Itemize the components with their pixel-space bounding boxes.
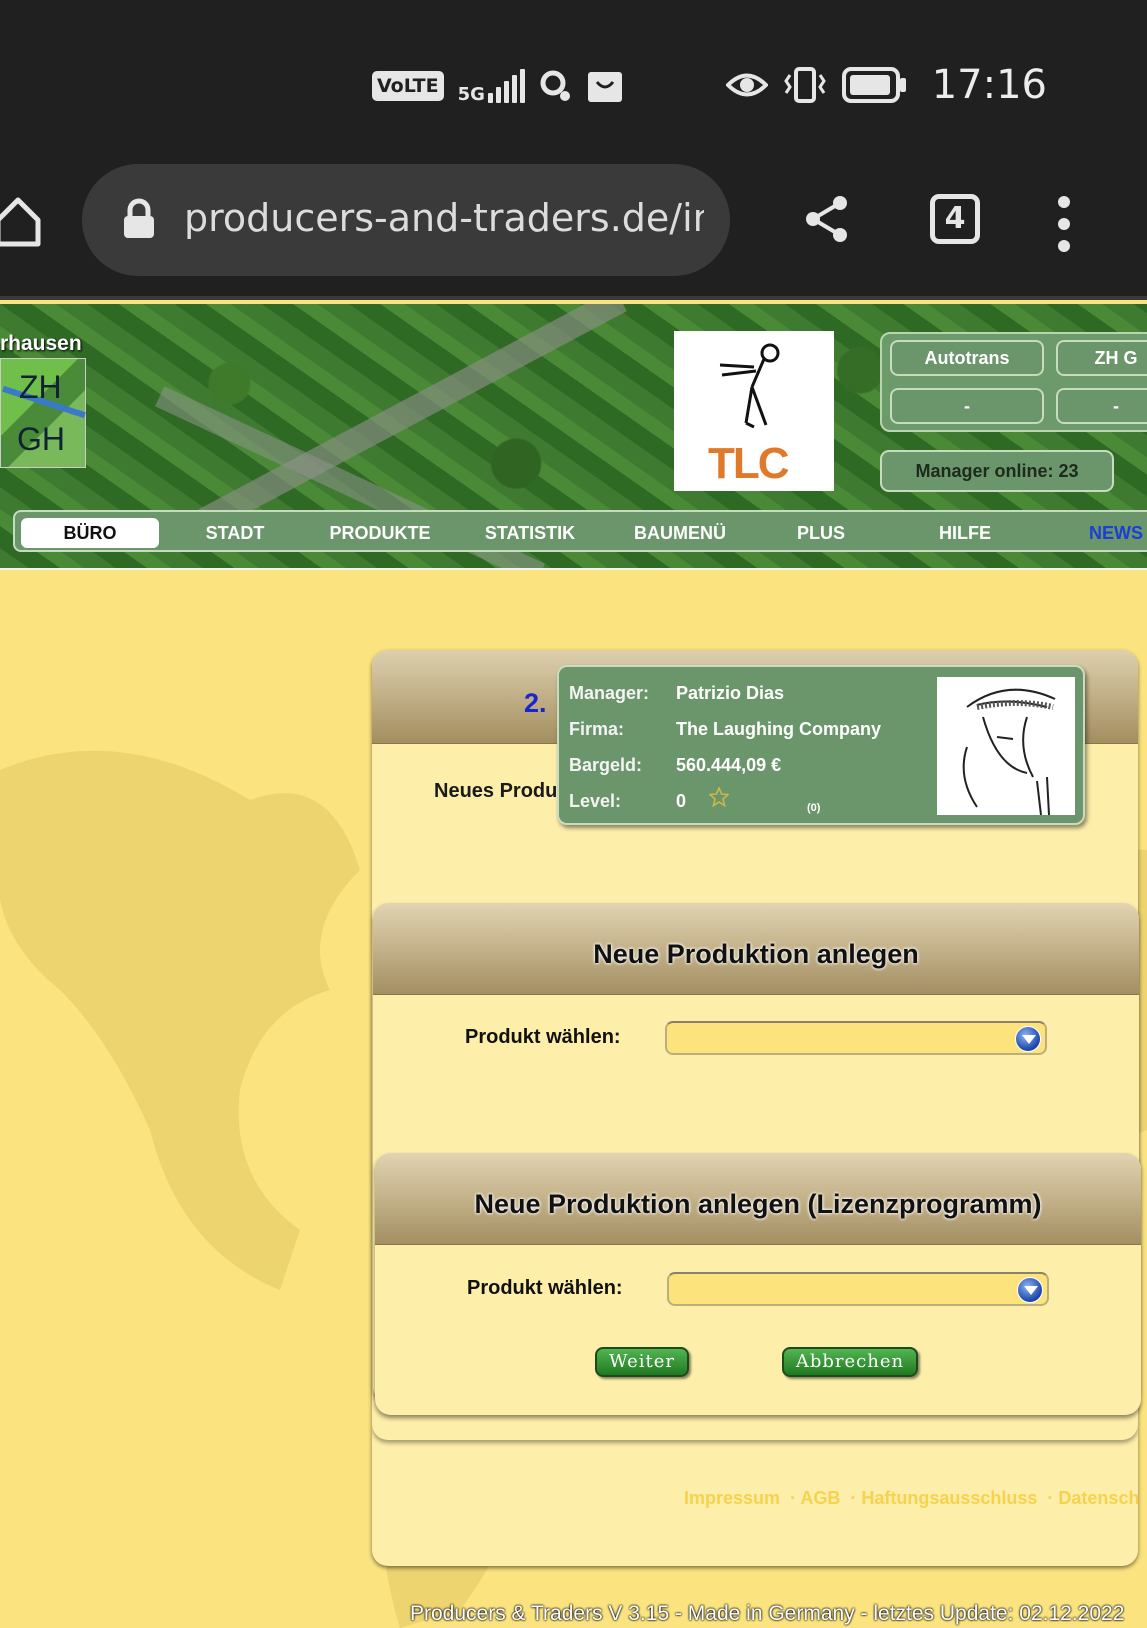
nav-tab-baumenue[interactable]: BAUMENÜ: [615, 518, 745, 548]
company-name[interactable]: ZH G: [1056, 340, 1147, 376]
volte-icon: VoLTE: [372, 71, 444, 101]
main-content: 2. Neues Produ Impressum · AGB · Haftungsa…: [0, 570, 1147, 1628]
home-icon[interactable]: [0, 196, 44, 248]
wizard-subtitle: Neues Produ: [434, 780, 558, 802]
company-logo: TLC: [674, 331, 834, 491]
star-icon: [709, 787, 729, 807]
level-value: 0: [676, 791, 687, 811]
nav-tab-statistik[interactable]: STATISTIK: [465, 518, 595, 548]
map-label: GH: [17, 421, 65, 457]
level-count: (0): [807, 802, 821, 814]
tabs-count-button[interactable]: 4: [930, 194, 980, 244]
company-shortcuts: Autotrans ZH G - -: [880, 332, 1147, 432]
footer-link-haftungsausschluss[interactable]: Haftungsausschluss: [861, 1488, 1037, 1508]
map-label: ZH: [19, 369, 62, 405]
battery-icon: [841, 67, 906, 103]
panel-title: Neue Produktion anlegen (Lizenzprogramm): [474, 1189, 1042, 1219]
browser-toolbar: producers-and-traders.de/index 4: [0, 160, 1147, 300]
manager-online-count: 23: [1058, 461, 1079, 481]
footer-links: Impressum · AGB · Haftungsausschluss · Date…: [684, 1488, 1138, 1509]
nav-tab-produkte[interactable]: PRODUKTE: [315, 518, 445, 548]
footer-link-agb[interactable]: AGB: [800, 1488, 840, 1508]
dropdown-arrow-icon[interactable]: [1017, 1277, 1043, 1303]
produkt-select[interactable]: [665, 1021, 1047, 1055]
logo-text: TLC: [708, 439, 790, 488]
status-bar: VoLTE 5G 17:16: [0, 0, 1147, 160]
company-value[interactable]: -: [1056, 388, 1147, 424]
city-name[interactable]: rhausen: [0, 332, 82, 356]
signal-icon: 5G: [458, 69, 525, 104]
dropdown-arrow-icon[interactable]: [1015, 1026, 1041, 1052]
main-nav: BÜRO STADT PRODUKTE STATISTIK BAUMENÜ PL…: [13, 510, 1147, 552]
manager-label: Manager:: [569, 683, 650, 703]
avatar-sketch-icon: [962, 688, 1056, 815]
panel-header: Neue Produktion anlegen (Lizenzprogramm): [375, 1153, 1141, 1245]
game-header: rhausen ZH GH TLC Autotrans ZH G - - Man…: [0, 304, 1147, 570]
firma-label: Firma:: [569, 719, 625, 739]
footer-link-impressum[interactable]: Impressum: [684, 1488, 780, 1508]
nav-tab-buero[interactable]: BÜRO: [21, 518, 159, 548]
manager-value: Patrizio Dias: [676, 683, 785, 703]
produkt-label: Produkt wählen:: [465, 1026, 621, 1048]
weiter-button[interactable]: Weiter: [595, 1347, 689, 1377]
footer-link-datenschutz[interactable]: Datenschutz: [1058, 1488, 1138, 1508]
abbrechen-button[interactable]: Abbrechen: [782, 1347, 918, 1377]
eye-icon: [725, 73, 768, 97]
panel-title: Neue Produktion anlegen: [593, 939, 919, 969]
version-footer: Producers & Traders V 3.15 - Made in Ger…: [410, 1602, 1125, 1625]
panel-header: Neue Produktion anlegen: [373, 903, 1139, 995]
firma-value: The Laughing Company: [676, 719, 881, 739]
url-text[interactable]: producers-and-traders.de/index: [184, 196, 704, 240]
clock: 17:16: [931, 62, 1047, 108]
avatar: [937, 677, 1075, 815]
produkt-select[interactable]: [667, 1272, 1049, 1306]
produkt-label: Produkt wählen:: [467, 1277, 623, 1299]
level-label: Level:: [569, 791, 622, 811]
status-icons-right: 17:16: [725, 62, 1047, 108]
manager-online-label: Manager online:: [915, 461, 1054, 481]
manager-info-card: Manager: Patrizio Dias Firma: The Laughi…: [557, 665, 1085, 825]
status-icons-left: VoLTE 5G: [372, 68, 623, 104]
nav-tab-plus[interactable]: PLUS: [771, 518, 871, 548]
more-menu-icon[interactable]: [1058, 196, 1070, 252]
shop-icon: [587, 72, 622, 102]
manager-online-badge: Manager online: 23: [880, 450, 1114, 492]
city-map-thumbnail[interactable]: ZH GH: [0, 358, 86, 468]
company-name[interactable]: Autotrans: [890, 340, 1044, 376]
search-icon: [540, 70, 570, 101]
address-bar[interactable]: producers-and-traders.de/index: [82, 164, 730, 276]
nav-tab-stadt[interactable]: STADT: [185, 518, 285, 548]
nav-tab-hilfe[interactable]: HILFE: [915, 518, 1015, 548]
lock-icon: [124, 198, 154, 238]
bargeld-label: Bargeld:: [569, 755, 643, 775]
lizenzprogramm-panel: Neue Produktion anlegen (Lizenzprogramm)…: [375, 1153, 1141, 1415]
vibrate-icon: [783, 67, 826, 103]
company-value[interactable]: -: [890, 388, 1044, 424]
bargeld-value: 560.444,09 €: [676, 755, 782, 775]
share-icon[interactable]: [804, 194, 850, 244]
stick-figure-icon: [719, 343, 780, 429]
wizard-step-number: 2.: [524, 688, 547, 718]
nav-tab-news[interactable]: NEWS: [1089, 518, 1147, 548]
